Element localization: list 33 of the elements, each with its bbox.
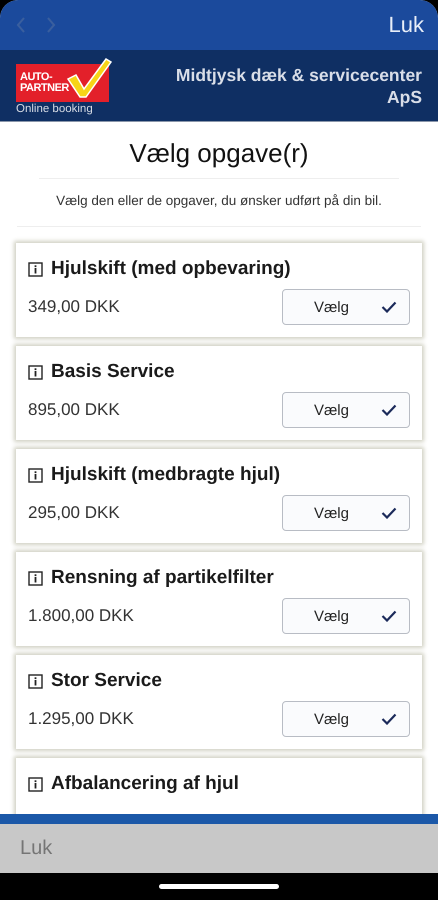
task-name: Basis Service: [51, 361, 175, 383]
info-icon[interactable]: [28, 776, 43, 792]
company-name: Midtjysk dæk & servicecenter ApS: [174, 64, 422, 108]
task-name: Hjulskift (medbragte hjul): [51, 464, 280, 486]
task-price: 295,00 DKK: [28, 503, 120, 523]
check-icon: [381, 507, 397, 519]
task-price: 349,00 DKK: [28, 297, 120, 317]
logo-caption: Online booking: [16, 102, 94, 114]
info-icon[interactable]: [28, 468, 43, 482]
task-name: Afbalancering af hjul: [51, 773, 239, 795]
close-button[interactable]: Luk: [388, 12, 424, 38]
task-price: 1.295,00 DKK: [28, 709, 134, 729]
check-icon: [381, 713, 397, 725]
check-icon: [381, 301, 397, 313]
select-button[interactable]: Vælg: [282, 598, 410, 634]
task-price: 1.800,00 DKK: [28, 606, 134, 626]
intro-text: Vælg den eller de opgaver, du ønsker udført på din bil.: [56, 193, 382, 208]
info-icon[interactable]: [28, 674, 43, 688]
select-button[interactable]: Vælg: [282, 701, 410, 737]
select-button[interactable]: Vælg: [282, 392, 410, 428]
task-name: Hjulskift (med opbevaring): [51, 258, 291, 280]
check-icon: [381, 610, 397, 622]
task-name: Stor Service: [51, 670, 162, 692]
info-icon[interactable]: [28, 364, 43, 380]
logo: AUTO- PARTNER: [16, 56, 112, 102]
task-name: Rensning af partikelfilter: [51, 567, 274, 589]
page-title: Vælg opgave(r): [129, 137, 309, 170]
check-icon: [381, 404, 397, 416]
task-price: 895,00 DKK: [28, 400, 120, 420]
info-icon[interactable]: [28, 262, 43, 276]
select-button[interactable]: Vælg: [282, 495, 410, 531]
info-icon[interactable]: [28, 570, 43, 586]
select-button[interactable]: Vælg: [282, 289, 410, 325]
